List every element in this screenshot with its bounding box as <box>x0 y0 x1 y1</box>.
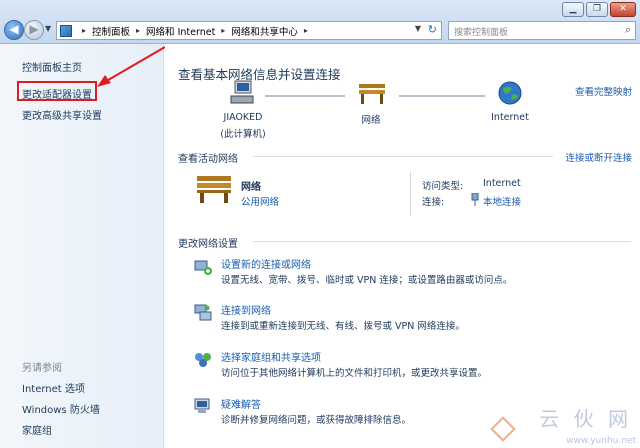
breadcrumb-network-sharing-center[interactable]: 网络和共享中心 <box>231 24 298 38</box>
active-network-name: 网络 <box>241 182 261 193</box>
control-panel-icon <box>60 24 72 37</box>
local-connection-icon <box>471 193 479 206</box>
control-panel-home-link[interactable]: 控制面板主页 <box>22 59 82 74</box>
breadcrumb-network-internet[interactable]: 网络和 Internet <box>146 24 215 38</box>
close-button[interactable]: ✕ <box>610 2 636 17</box>
access-type-value: Internet <box>483 178 521 189</box>
map-connector-line <box>265 95 345 97</box>
breadcrumb-separator[interactable]: ▸ <box>136 26 140 35</box>
map-connector-line <box>399 95 485 97</box>
access-type-label: 访问类型: <box>422 181 464 192</box>
section-divider <box>253 156 553 157</box>
watermark-title: 云 伙 网 <box>539 407 632 431</box>
annotation-arrow-icon <box>97 46 166 87</box>
troubleshoot-icon <box>194 398 210 413</box>
active-networks-heading: 查看活动网络 <box>178 154 238 165</box>
minimize-button[interactable]: ▁ <box>562 2 584 17</box>
change-settings-heading: 更改网络设置 <box>178 239 238 250</box>
setup-connection-icon <box>194 260 212 275</box>
search-placeholder: 搜索控制面板 <box>454 28 509 38</box>
connection-label: 连接: <box>422 197 445 208</box>
annotation-highlight-box <box>17 81 97 101</box>
internet-label: Internet <box>491 112 529 123</box>
troubleshoot-link[interactable]: 疑难解答 <box>221 396 261 411</box>
address-dropdown-icon[interactable]: ▼ <box>415 24 421 33</box>
address-bar[interactable]: ▸ 控制面板 ▸ 网络和 Internet ▸ 网络和共享中心 ▸ ▼ ↻ <box>56 21 442 40</box>
windows-firewall-link[interactable]: Windows 防火墙 <box>22 401 100 416</box>
back-button[interactable]: ◀ <box>4 20 24 40</box>
troubleshoot-desc: 诊断并修复网络问题，或获得故障排除信息。 <box>221 415 412 426</box>
title-bar: ▁ ❐ ✕ ◀ ▶ ▼ ▸ 控制面板 ▸ 网络和 Internet ▸ 网络和共… <box>0 0 640 44</box>
view-full-map-link[interactable]: 查看完整映射 <box>575 84 632 98</box>
restore-button[interactable]: ❐ <box>586 2 608 17</box>
network-label: 网络 <box>361 115 381 126</box>
connect-network-icon <box>194 304 212 321</box>
main-pane: 查看基本网络信息并设置连接 查看完整映射 JIAOKED (此计算机) 网络 I… <box>165 44 640 448</box>
internet-globe-icon <box>498 81 522 105</box>
setup-connection-link[interactable]: 设置新的连接或网络 <box>221 256 311 271</box>
setup-connection-desc: 设置无线、宽带、拨号、临时或 VPN 连接；或设置路由器或访问点。 <box>221 275 513 286</box>
homegroup-icon <box>195 353 211 367</box>
vertical-divider <box>410 172 411 216</box>
homegroup-sharing-desc: 访问位于其他网络计算机上的文件和打印机，或更改共享设置。 <box>221 368 488 379</box>
watermark-url: www.yunhu.net <box>566 436 636 446</box>
breadcrumb-control-panel[interactable]: 控制面板 <box>92 24 130 38</box>
search-icon[interactable]: ⌕ <box>625 23 631 37</box>
change-advanced-sharing-link[interactable]: 更改高级共享设置 <box>22 107 102 122</box>
search-input[interactable]: 搜索控制面板 ⌕ <box>448 21 636 40</box>
internet-options-link[interactable]: Internet 选项 <box>22 380 85 395</box>
computer-sub-label: (此计算机) <box>220 129 266 140</box>
back-arrow-icon: ◀ <box>9 22 19 36</box>
network-type-link[interactable]: 公用网络 <box>241 194 279 208</box>
recent-pages-dropdown[interactable]: ▼ <box>45 24 51 33</box>
left-pane: 控制面板主页 更改适配器设置 更改高级共享设置 另请参阅 Internet 选项… <box>0 44 164 448</box>
network-map: JIAOKED (此计算机) 网络 Internet <box>205 80 545 140</box>
connect-disconnect-link[interactable]: 连接或断开连接 <box>565 150 632 164</box>
refresh-icon[interactable]: ↻ <box>428 23 437 36</box>
connect-network-desc: 连接到或重新连接到无线、有线、拨号或 VPN 网络连接。 <box>221 321 465 332</box>
network-bench-icon <box>359 84 385 104</box>
breadcrumb-separator[interactable]: ▸ <box>221 26 225 35</box>
breadcrumb-separator[interactable]: ▸ <box>304 26 308 35</box>
local-connection-link[interactable]: 本地连接 <box>483 194 521 208</box>
forward-arrow-icon: ▶ <box>29 22 39 36</box>
computer-name: JIAOKED <box>223 112 263 123</box>
active-network-bench-icon <box>197 176 231 203</box>
see-also-heading: 另请参阅 <box>22 363 62 374</box>
connect-network-link[interactable]: 连接到网络 <box>221 302 271 317</box>
section-divider <box>253 241 631 242</box>
forward-button[interactable]: ▶ <box>24 20 44 40</box>
breadcrumb-separator[interactable]: ▸ <box>82 26 86 35</box>
computer-icon <box>230 80 254 104</box>
homegroup-sharing-link[interactable]: 选择家庭组和共享选项 <box>221 349 321 364</box>
homegroup-link[interactable]: 家庭组 <box>22 422 52 437</box>
